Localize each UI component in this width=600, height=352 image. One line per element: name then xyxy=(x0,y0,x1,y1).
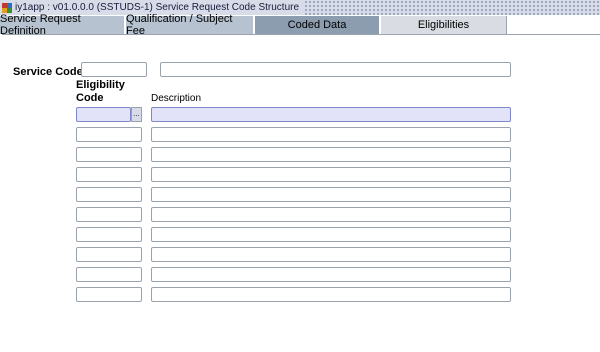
tab-qualification-subject-fee[interactable]: Qualification / Subject Fee xyxy=(126,13,255,37)
eligibility-description-input[interactable] xyxy=(151,287,511,302)
eligibility-description-input[interactable] xyxy=(151,207,511,222)
tab-bar-filler xyxy=(507,16,600,34)
eligibility-code-input[interactable] xyxy=(76,127,142,142)
window-title: iy1app : v01.0.0.0 (SSTUDS-1) Service Re… xyxy=(15,2,300,13)
lov-button[interactable]: ... xyxy=(131,107,142,122)
eligibility-description-input[interactable] xyxy=(151,227,511,242)
eligibility-description-input[interactable] xyxy=(151,187,511,202)
eligibility-description-input[interactable] xyxy=(151,127,511,142)
tab-coded-data[interactable]: Coded Data xyxy=(255,16,381,34)
tab-bar: Service Request Definition Qualification… xyxy=(0,13,600,37)
app-icon xyxy=(2,2,12,13)
eligibilities-panel: Service Code Eligibility Code Descriptio… xyxy=(2,34,600,352)
service-code-label: Service Code xyxy=(13,66,83,78)
eligibility-code-input[interactable] xyxy=(76,187,142,202)
eligibility-header-line2: Code xyxy=(76,92,104,104)
eligibility-header-line1: Eligibility xyxy=(76,79,125,91)
eligibility-code-input[interactable] xyxy=(76,167,142,182)
eligibility-code-input[interactable] xyxy=(76,287,142,302)
eligibility-description-input[interactable] xyxy=(151,247,511,262)
eligibility-code-input[interactable] xyxy=(76,107,131,122)
service-description-input[interactable] xyxy=(160,62,511,77)
eligibility-description-input[interactable] xyxy=(151,267,511,282)
description-header: Description xyxy=(151,93,202,104)
eligibility-code-input[interactable] xyxy=(76,227,142,242)
eligibility-description-input[interactable] xyxy=(151,147,511,162)
tab-service-request-definition[interactable]: Service Request Definition xyxy=(0,13,126,37)
eligibility-description-input[interactable] xyxy=(151,167,511,182)
eligibility-description-input[interactable] xyxy=(151,107,511,122)
eligibility-code-input[interactable] xyxy=(76,147,142,162)
eligibility-code-input[interactable] xyxy=(76,207,142,222)
tab-eligibilities[interactable]: Eligibilities xyxy=(381,16,507,34)
eligibility-code-input[interactable] xyxy=(76,267,142,282)
service-code-input[interactable] xyxy=(81,62,147,77)
eligibility-code-input[interactable] xyxy=(76,247,142,262)
